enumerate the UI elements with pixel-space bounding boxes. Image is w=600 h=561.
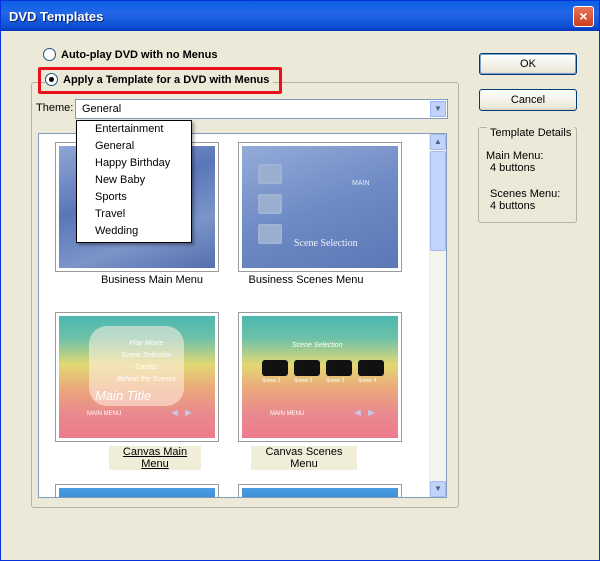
- cancel-button[interactable]: Cancel: [479, 89, 577, 111]
- arrows-icon: ◄ ►: [169, 407, 194, 419]
- template-thumb-canvas-main[interactable]: Play Movie Scene Selection Credits Behin…: [55, 312, 219, 442]
- caption-canvas-scenes: Canvas Scenes Menu: [251, 446, 357, 470]
- scene-1-label: Scene 1: [262, 378, 281, 384]
- template-thumb-next-2[interactable]: [238, 484, 402, 497]
- template-thumb-canvas-scenes[interactable]: Scene Selection Scene 1 Scene 2 Scene 3 …: [238, 312, 402, 442]
- theme-dropdown[interactable]: General ▼: [75, 99, 448, 119]
- ok-button[interactable]: OK: [479, 53, 577, 75]
- theme-option-happy-birthday[interactable]: Happy Birthday: [77, 155, 191, 172]
- autoplay-radio[interactable]: [43, 48, 56, 61]
- theme-selected: General: [82, 103, 122, 115]
- caption-canvas-main: Canvas Main Menu: [109, 446, 201, 470]
- canvas-main-title: Main Title: [95, 388, 152, 403]
- business-scenes-preview: MAIN Scene Selection: [242, 146, 398, 268]
- scene-4-label: Scene 4: [358, 378, 377, 384]
- canvas-main-nav: MAIN MENU: [87, 411, 122, 417]
- theme-option-travel[interactable]: Travel: [77, 206, 191, 223]
- scene-3-label: Scene 3: [326, 378, 345, 384]
- theme-option-general[interactable]: General: [77, 138, 191, 155]
- scroll-thumb[interactable]: [430, 151, 446, 251]
- canvas-item-2: Scene Selection: [121, 352, 172, 359]
- template-thumb-next-1[interactable]: [55, 484, 219, 497]
- business-nav-label: MAIN: [352, 180, 370, 187]
- autoplay-option[interactable]: Auto-play DVD with no Menus: [43, 48, 217, 61]
- caption-business-main: Business Main Menu: [100, 274, 204, 286]
- canvas-item-3: Credits: [135, 364, 158, 371]
- template-label: Apply a Template for a DVD with Menus: [63, 73, 270, 86]
- autoplay-label: Auto-play DVD with no Menus: [61, 48, 218, 61]
- arrows-icon: ◄ ►: [352, 407, 377, 419]
- canvas-scenes-preview: Scene Selection Scene 1 Scene 2 Scene 3 …: [242, 316, 398, 438]
- scenes-menu-label: Scenes Menu:: [490, 188, 561, 200]
- template-details-title: Template Details: [487, 127, 575, 139]
- template-thumb-business-scenes[interactable]: MAIN Scene Selection: [238, 142, 402, 272]
- vertical-scrollbar[interactable]: ▲ ▼: [429, 134, 446, 497]
- dvd-templates-dialog: DVD Templates × Auto-play DVD with no Me…: [0, 0, 600, 561]
- title-bar[interactable]: DVD Templates ×: [1, 1, 599, 31]
- next-preview-1: [59, 488, 215, 497]
- scene-2-label: Scene 2: [294, 378, 313, 384]
- caption-business-scenes: Business Scenes Menu: [248, 274, 364, 286]
- canvas-item-4: Behind the Scenes: [117, 376, 176, 383]
- close-button[interactable]: ×: [573, 6, 594, 27]
- theme-label: Theme:: [36, 102, 74, 114]
- theme-options-list: Entertainment General Happy Birthday New…: [76, 120, 192, 243]
- business-scenes-title: Scene Selection: [294, 238, 358, 249]
- theme-option-new-baby[interactable]: New Baby: [77, 172, 191, 189]
- theme-option-sports[interactable]: Sports: [77, 189, 191, 206]
- template-radio[interactable]: [45, 73, 58, 86]
- scroll-up-icon[interactable]: ▲: [430, 134, 446, 150]
- scenes-menu-value: 4 buttons: [490, 200, 536, 212]
- main-menu-value: 4 buttons: [490, 162, 536, 174]
- chevron-down-icon[interactable]: ▼: [430, 101, 446, 117]
- canvas-scenes-title: Scene Selection: [292, 342, 343, 349]
- main-menu-label: Main Menu:: [486, 150, 544, 162]
- theme-option-wedding[interactable]: Wedding: [77, 223, 191, 240]
- template-option[interactable]: Apply a Template for a DVD with Menus: [45, 73, 274, 86]
- window-title: DVD Templates: [9, 9, 104, 24]
- theme-option-entertainment[interactable]: Entertainment: [77, 121, 191, 138]
- scroll-down-icon[interactable]: ▼: [430, 481, 446, 497]
- canvas-scenes-nav: MAIN MENU: [270, 411, 305, 417]
- canvas-item-1: Play Movie: [129, 340, 164, 347]
- canvas-main-preview: Play Movie Scene Selection Credits Behin…: [59, 316, 215, 438]
- next-preview-2: [242, 488, 398, 497]
